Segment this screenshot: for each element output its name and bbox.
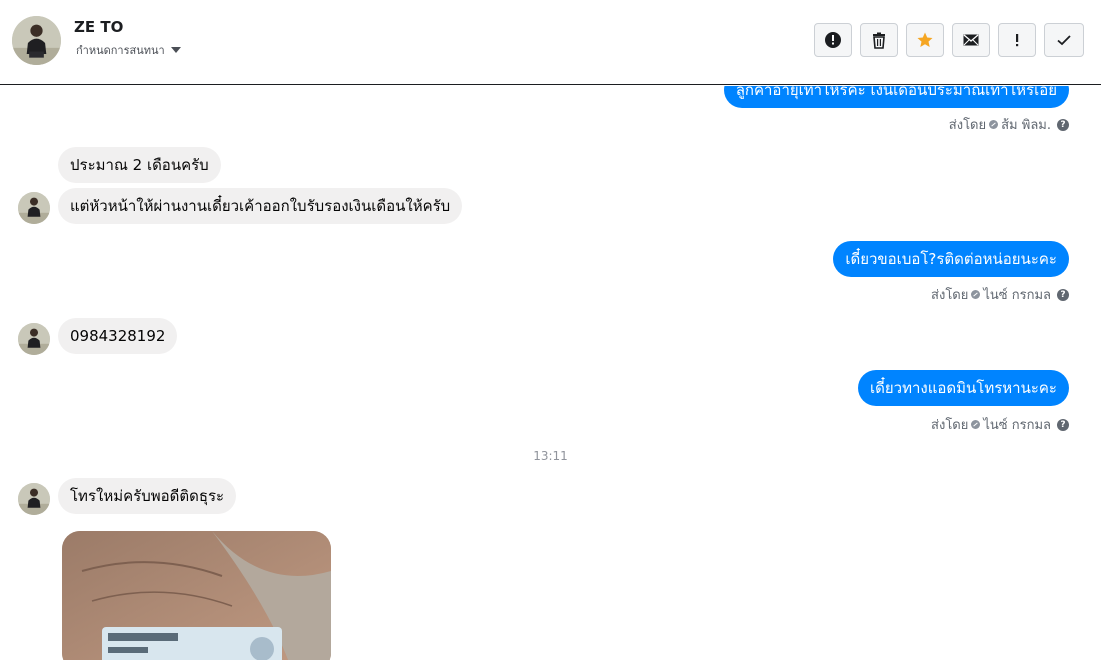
follow-up-button[interactable] [998, 23, 1036, 57]
sent-by-label: ส่งโดย [948, 118, 987, 133]
chevron-down-icon [170, 47, 181, 53]
help-icon[interactable]: ? [1057, 418, 1069, 431]
timestamp-separator: 13:11 [533, 449, 568, 463]
star-icon [917, 32, 933, 47]
mark-unread-button[interactable] [952, 23, 990, 57]
outgoing-message[interactable]: เดี๋ยวขอเบอโ?รติดต่อหน่อยนะคะ [833, 241, 1069, 277]
contact-name: ZE TO [74, 18, 124, 36]
help-icon[interactable]: ? [1057, 118, 1069, 131]
mark-done-button[interactable] [1044, 23, 1084, 57]
incoming-message[interactable]: 0984328192 [58, 318, 178, 354]
contact-avatar[interactable] [12, 16, 61, 65]
sent-by-info: ส่งโดย ส้ม พิลม. ? [949, 114, 1069, 135]
photo-attachment[interactable] [62, 531, 331, 660]
sender-avatar [18, 483, 50, 515]
message-text: เดี๋ยวทางแอดมินโทรหานะคะ [870, 379, 1057, 397]
message-text: 0984328192 [70, 327, 166, 345]
verified-icon [971, 420, 981, 429]
help-icon[interactable]: ? [1057, 288, 1069, 301]
sent-by-label: ส่งโดย [931, 418, 969, 433]
message-text: แต่หัวหน้าให้ผ่านงานเดี๋ยวเค้าออกใบรับรอ… [70, 197, 451, 215]
sender-avatar [18, 323, 50, 355]
incoming-message[interactable]: โทรใหม่ครับพอดีติดธุระ [58, 478, 237, 514]
mail-icon [963, 34, 979, 46]
conversation-actions [814, 23, 1084, 57]
mark-spam-button[interactable] [814, 23, 852, 57]
message-text: โทรใหม่ครับพอดีติดธุระ [70, 487, 225, 505]
assign-label: กำหนดการสนทนา [76, 44, 165, 57]
sent-by-info: ส่งโดย ไนซ์ กรกมล ? [931, 414, 1069, 435]
spam-icon [825, 32, 841, 48]
outgoing-message[interactable]: เดี๋ยวทางแอดมินโทรหานะคะ [858, 370, 1069, 406]
agent-name: ไนซ์ กรกมล [983, 288, 1051, 303]
verified-icon [971, 290, 981, 299]
delete-button[interactable] [860, 23, 898, 57]
message-text: ประมาณ 2 เดือนครับ [70, 156, 209, 174]
message-text: เดี๋ยวขอเบอโ?รติดต่อหน่อยนะคะ [845, 250, 1057, 268]
sent-by-label: ส่งโดย [931, 288, 969, 303]
verified-icon [989, 120, 999, 129]
conversation-header: ZE TO กำหนดการสนทนา [0, 0, 1101, 85]
assign-conversation-dropdown[interactable]: กำหนดการสนทนา [76, 41, 181, 59]
sent-by-info: ส่งโดย ไนซ์ กรกมล ? [931, 284, 1069, 305]
trash-icon [873, 32, 885, 49]
check-icon [1057, 35, 1071, 46]
message-text: ลูกค้าอายุเท่าไหร่คะ เงินเดือนประมาณเท่า… [735, 86, 1057, 99]
sender-avatar [18, 192, 50, 224]
outgoing-message[interactable]: ลูกค้าอายุเท่าไหร่คะ เงินเดือนประมาณเท่า… [723, 86, 1069, 108]
star-button[interactable] [906, 23, 944, 57]
exclaim-icon [1016, 34, 1019, 47]
agent-name: ส้ม พิลม. [1001, 118, 1051, 133]
agent-name: ไนซ์ กรกมล [983, 418, 1051, 433]
incoming-message[interactable]: ประมาณ 2 เดือนครับ [58, 147, 221, 183]
message-thread[interactable]: ลูกค้าอายุเท่าไหร่คะ เงินเดือนประมาณเท่า… [0, 86, 1101, 660]
incoming-message[interactable]: แต่หัวหน้าให้ผ่านงานเดี๋ยวเค้าออกใบรับรอ… [58, 188, 463, 224]
